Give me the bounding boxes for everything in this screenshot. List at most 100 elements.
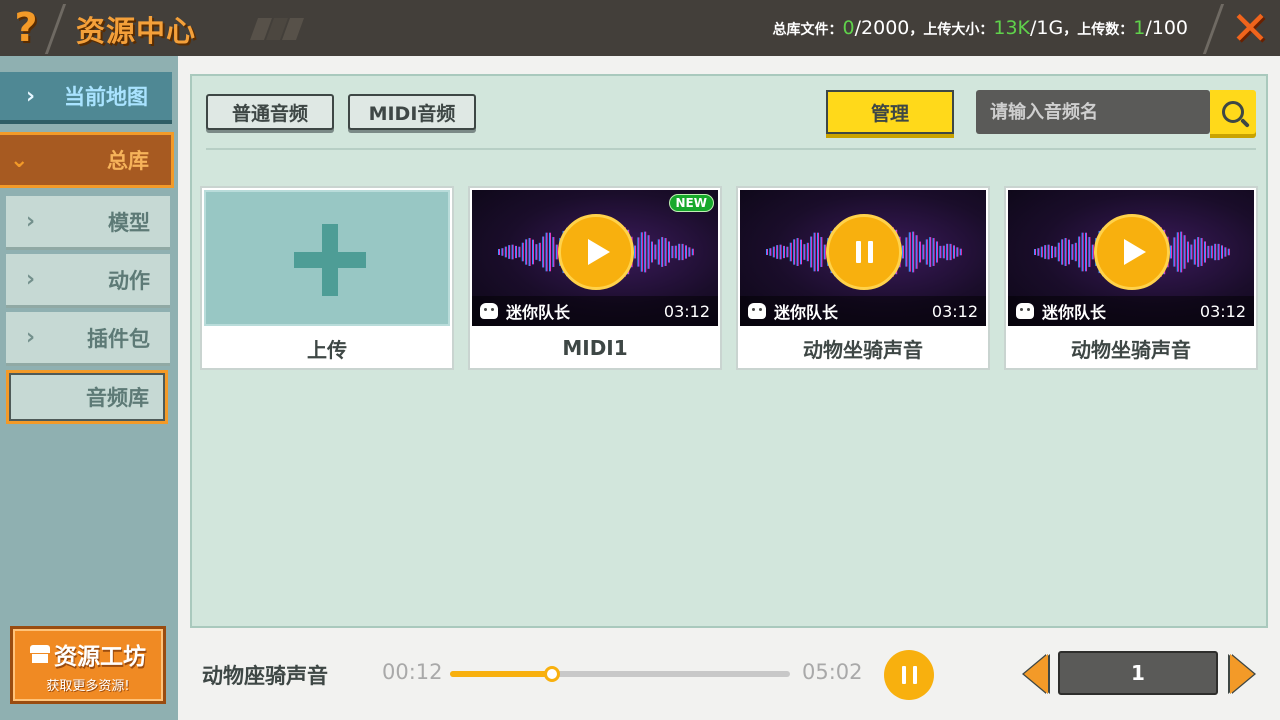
waveform-bar — [1170, 245, 1172, 259]
waveform-bar — [1227, 248, 1230, 256]
play-button[interactable] — [1094, 214, 1170, 290]
help-button[interactable]: ? — [0, 0, 52, 56]
prev-page-button[interactable] — [1024, 654, 1048, 694]
storage-stats: 总库文件：0/2000，上传大小：13K/1G，上传数：1/100 — [772, 17, 1188, 39]
progress-slider[interactable] — [450, 666, 790, 682]
waveform-bar — [766, 249, 768, 255]
waveform-bar — [1197, 237, 1200, 267]
sidebar-item-plugins[interactable]: › 插件包 — [6, 312, 170, 366]
waveform-bar — [912, 231, 915, 273]
waveform-bar — [1081, 232, 1084, 272]
manage-button[interactable]: 管理 — [826, 90, 954, 134]
waveform-bar — [549, 232, 551, 272]
waveform-bar — [932, 238, 935, 266]
workshop-button[interactable]: 资源工坊 获取更多资源! — [10, 626, 166, 704]
workshop-title: 资源工坊 — [54, 643, 146, 670]
search-button[interactable] — [1210, 90, 1256, 134]
waveform-bar — [508, 245, 511, 259]
chevron-right-icon: › — [26, 267, 36, 292]
sidebar-item-actions[interactable]: › 动作 — [6, 254, 170, 308]
waveform-bar — [1085, 232, 1087, 272]
chevron-right-icon: › — [26, 209, 36, 234]
sidebar-item-library[interactable]: ⌄ 总库 — [0, 132, 174, 188]
waveform-bar — [668, 241, 670, 263]
card-author: 迷你队长 — [1042, 303, 1107, 322]
waveform-bar — [779, 244, 782, 260]
waveform-bar — [515, 245, 517, 259]
waveform-bar — [810, 236, 813, 268]
audio-card[interactable]: 迷你队长 03:12 动物坐骑声音 — [1004, 186, 1258, 370]
tab-midi-audio[interactable]: MIDI音频 — [348, 94, 476, 130]
waveform-bar — [1193, 239, 1196, 265]
waveform-bar — [528, 238, 531, 266]
sidebar-item-models[interactable]: › 模型 — [6, 196, 170, 250]
waveform-bar — [1034, 249, 1036, 255]
sidebar-item-label: 模型 — [108, 210, 150, 235]
total-time: 05:02 — [802, 660, 863, 684]
waveform-bar — [813, 232, 816, 272]
waveform-bar — [664, 238, 667, 266]
pause-button[interactable] — [826, 214, 902, 290]
waveform-bar — [1200, 238, 1203, 266]
waveform-bar — [1190, 244, 1193, 260]
waveform-bar — [796, 238, 799, 266]
next-page-button[interactable] — [1230, 654, 1254, 694]
author-avatar-icon — [748, 303, 766, 319]
waveform-bar — [789, 242, 792, 262]
waveform-bar — [657, 239, 660, 265]
card-name: 动物坐骑声音 — [1071, 337, 1191, 362]
page-title: 资源中心 — [76, 14, 197, 48]
progress-handle[interactable] — [544, 666, 560, 682]
close-button[interactable]: ✕ — [1228, 5, 1272, 51]
waveform-bar — [953, 245, 955, 259]
waveform-bar — [956, 247, 959, 257]
sidebar-item-audio-library[interactable]: 音频库 — [6, 370, 168, 424]
player-pause-button[interactable] — [884, 650, 934, 700]
waveform-bar — [1064, 238, 1067, 266]
waveform-bar — [637, 237, 640, 267]
waveform-bar — [691, 248, 694, 256]
waveform-bar — [518, 246, 521, 258]
play-button[interactable] — [558, 214, 634, 290]
waveform-bar — [939, 245, 942, 259]
waveform-bar — [661, 237, 664, 267]
waveform-bar — [1224, 247, 1227, 257]
play-icon — [588, 239, 610, 265]
waveform-bar — [685, 245, 687, 259]
card-duration: 03:12 — [931, 301, 978, 321]
waveform-bar — [1176, 232, 1179, 272]
audio-card[interactable]: 迷你队长 03:12 动物坐骑声音 — [736, 186, 990, 370]
waveform-bar — [1051, 245, 1053, 259]
search-input[interactable] — [976, 90, 1210, 134]
tab-normal-audio[interactable]: 普通音频 — [206, 94, 334, 130]
upload-card[interactable]: 上传 — [200, 186, 454, 370]
waveform-bar — [545, 232, 548, 272]
header-divider-right — [1202, 4, 1225, 54]
audio-card[interactable]: NEW 迷你队长 03:12 MIDI1 — [468, 186, 722, 370]
waveform-bar — [1061, 239, 1064, 265]
sidebar-item-label: 动作 — [108, 268, 150, 293]
card-name: 上传 — [307, 337, 347, 362]
waveform-bar — [776, 245, 779, 259]
waveform-bar — [501, 248, 504, 256]
waveform-bar — [640, 232, 643, 272]
waveform-bar — [803, 244, 806, 260]
waveform-bar — [925, 239, 928, 265]
waveform-bar — [959, 248, 962, 256]
waveform-bar — [535, 244, 538, 260]
card-author: 迷你队长 — [506, 303, 571, 322]
waveform-bar — [1217, 243, 1220, 261]
waveform-bar — [1214, 243, 1217, 261]
waveform-bar — [820, 237, 823, 267]
workshop-subtitle: 获取更多资源! — [46, 678, 130, 694]
waveform-bar — [1183, 235, 1186, 269]
waveform-bar — [644, 231, 647, 273]
resource-panel: 普通音频 MIDI音频 管理 上传 NEW 迷你队长 03:12 MIDI1 — [190, 74, 1268, 628]
divider — [206, 148, 1256, 150]
sidebar-item-current-map[interactable]: › 当前地图 — [0, 72, 172, 124]
waveform-bar — [942, 245, 945, 259]
waveform-bar — [929, 237, 932, 267]
waveform-bar — [1047, 244, 1050, 260]
waveform-bar — [1037, 248, 1040, 256]
waveform-bar — [1187, 241, 1189, 263]
